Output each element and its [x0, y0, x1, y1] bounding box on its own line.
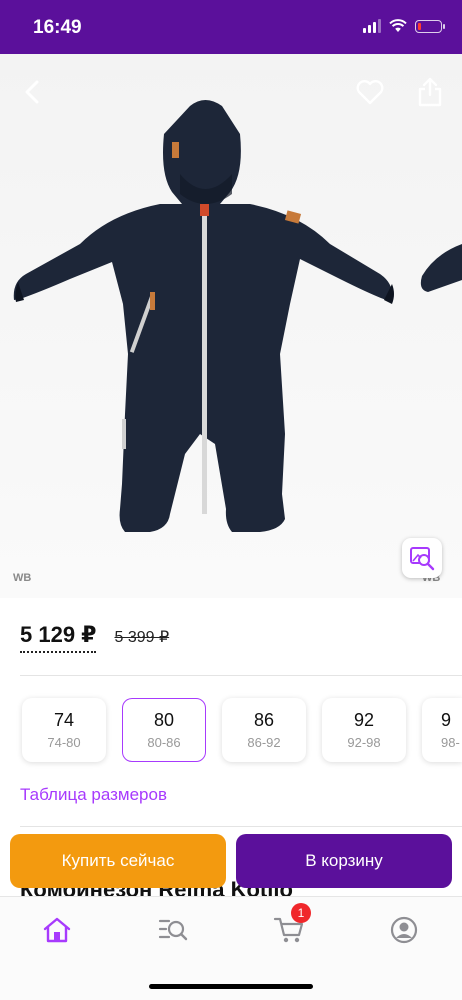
size-table-link[interactable]: Таблица размеров [20, 785, 167, 805]
price-current: 5 129 ₽ [20, 622, 97, 653]
price-row: 5 129 ₽ 5 399 ₽ [20, 622, 169, 653]
buy-now-button[interactable]: Купить сейчас [10, 834, 226, 888]
size-option-92[interactable]: 92 92-98 [322, 698, 406, 762]
size-label: 74 [53, 710, 75, 730]
size-range: 80-86 [147, 735, 181, 750]
tab-cart[interactable]: 1 [269, 903, 311, 947]
wifi-icon [389, 19, 407, 32]
size-label: 80 [153, 710, 175, 730]
status-time: 16:49 [33, 17, 82, 38]
status-bar: 16:49 [0, 0, 462, 54]
tab-catalog[interactable] [153, 913, 193, 947]
divider [20, 826, 462, 827]
size-option-80[interactable]: 80 80-86 [122, 698, 206, 762]
size-range: 98- [441, 735, 460, 750]
add-to-cart-button[interactable]: В корзину [236, 834, 452, 888]
tab-profile[interactable] [384, 913, 424, 947]
signal-icon [363, 19, 381, 33]
size-label: 92 [353, 710, 375, 730]
heart-icon [356, 80, 384, 105]
divider [20, 675, 462, 676]
status-icons [363, 19, 445, 33]
size-range: 74-80 [47, 735, 81, 750]
size-option-86[interactable]: 86 86-92 [222, 698, 306, 762]
size-label: 86 [253, 710, 275, 730]
visual-search-button[interactable] [402, 538, 442, 578]
product-gallery[interactable]: WB WB [0, 54, 462, 598]
back-button[interactable] [14, 74, 50, 110]
size-option-98[interactable]: 9 98- [422, 698, 462, 762]
size-option-74[interactable]: 74 74-80 [22, 698, 106, 762]
price-old: 5 399 ₽ [114, 629, 170, 646]
profile-icon [390, 916, 418, 944]
size-label: 9 [441, 710, 452, 730]
catalog-search-icon [158, 919, 188, 941]
product-image [13, 100, 462, 532]
home-icon [43, 917, 71, 943]
size-range: 86-92 [247, 735, 281, 750]
tab-home[interactable] [37, 913, 77, 947]
watermark-left: WB [13, 572, 32, 584]
share-icon [418, 77, 442, 107]
battery-icon [415, 19, 445, 33]
size-range: 92-98 [347, 735, 381, 750]
chevron-left-icon [25, 80, 39, 104]
share-button[interactable] [412, 74, 448, 110]
cart-badge: 1 [291, 903, 311, 923]
image-search-icon [410, 547, 435, 571]
favorite-button[interactable] [352, 74, 388, 110]
home-indicator [149, 984, 313, 989]
size-selector: 74 74-80 80 80-86 86 86-92 92 92-98 [22, 698, 406, 762]
